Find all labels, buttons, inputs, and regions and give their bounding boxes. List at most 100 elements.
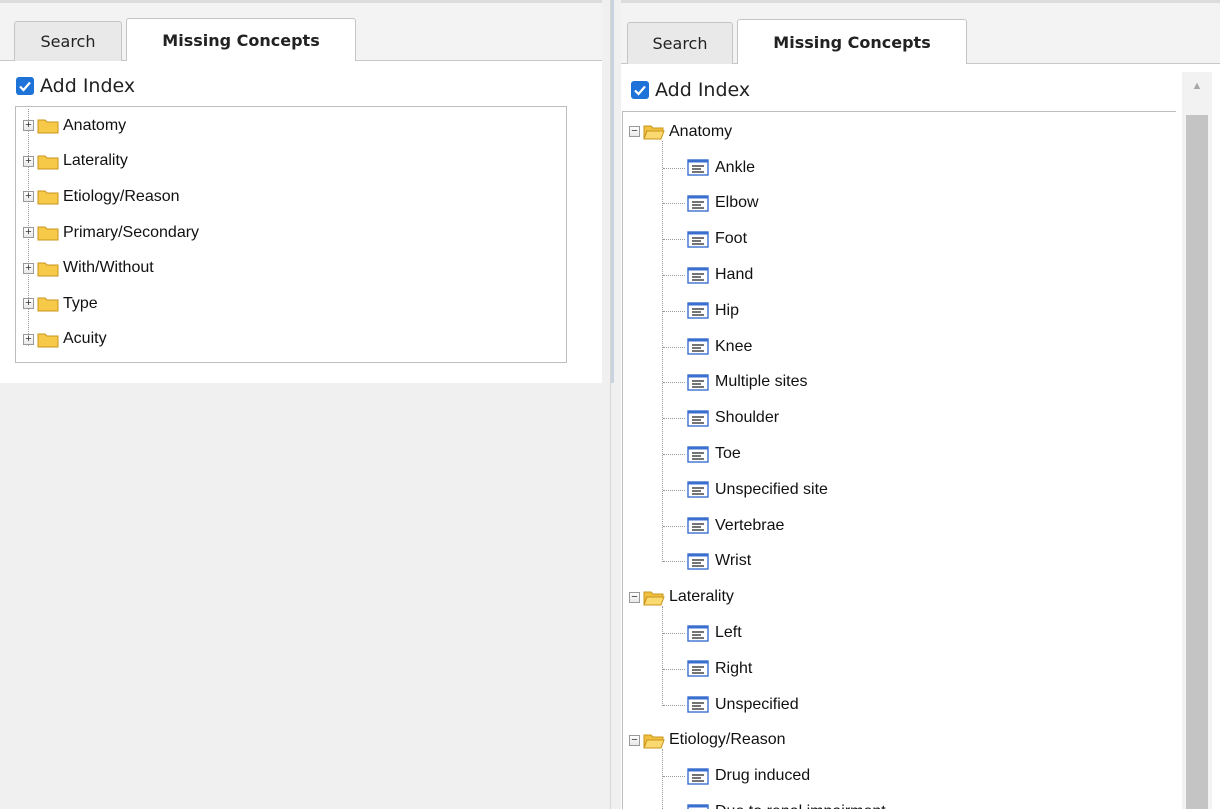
tree-leaf[interactable]: Unspecified — [627, 687, 1176, 723]
concept-leaf-icon — [687, 266, 709, 284]
left-add-index-checkbox[interactable] — [16, 77, 34, 95]
tree-node-label: Anatomy — [669, 122, 733, 140]
tree-leaf-label: Foot — [715, 230, 748, 248]
tree-leaf[interactable]: Wrist — [627, 544, 1176, 580]
folder-icon — [37, 224, 59, 241]
tree-leaf[interactable]: Multiple sites — [627, 365, 1176, 401]
tree-node[interactable]: + Etiology/Reason — [16, 179, 566, 215]
plus-box-icon[interactable]: + — [23, 120, 34, 132]
tree-leaf[interactable]: Elbow — [627, 186, 1176, 222]
right-tab-search[interactable]: Search — [627, 22, 733, 64]
tree-node[interactable]: + Acuity — [16, 322, 566, 358]
checkmark-icon — [634, 85, 646, 96]
right-add-index-checkbox[interactable] — [631, 81, 649, 99]
concept-leaf-icon — [687, 231, 709, 248]
left-tab-bar: Search Missing Concepts — [0, 3, 602, 61]
concept-leaf-icon — [687, 195, 709, 212]
tree-leaf-label: Drug induced — [715, 767, 811, 785]
tree-node-label: Acuity — [63, 330, 107, 348]
plus-box-icon[interactable]: + — [23, 191, 34, 203]
folder-icon — [37, 260, 59, 277]
concept-leaf-icon — [687, 374, 709, 391]
concept-leaf-icon — [687, 302, 709, 320]
tree-leaf[interactable]: Toe — [627, 436, 1176, 472]
left-concept-tree: + Anatomy + Laterality + Etiology/Reason + Prim… — [15, 106, 567, 363]
tree-node-label: Anatomy — [63, 116, 127, 134]
tree-leaf[interactable]: Foot — [627, 221, 1176, 257]
tree-leaf-label: Elbow — [715, 194, 759, 212]
tree-node[interactable]: + Type — [16, 286, 566, 322]
plus-box-icon[interactable]: + — [23, 227, 34, 239]
tree-leaf-label: Due to renal impairment — [715, 803, 886, 809]
right-add-index-label: Add Index — [655, 79, 751, 101]
tree-leaf[interactable]: Hip — [627, 293, 1176, 329]
concept-leaf-icon — [687, 803, 709, 809]
tree-leaf[interactable]: Shoulder — [627, 400, 1176, 436]
tree-leaf-label: Unspecified site — [715, 480, 828, 498]
tree-leaf[interactable]: Vertebrae — [627, 508, 1176, 544]
concept-leaf-icon — [687, 338, 709, 355]
tree-leaf[interactable]: Hand — [627, 257, 1176, 293]
tree-leaf[interactable]: Unspecified site — [627, 472, 1176, 508]
left-tab-search[interactable]: Search — [14, 21, 122, 61]
scroll-thumb[interactable] — [1186, 115, 1208, 809]
plus-box-icon[interactable]: + — [23, 262, 34, 274]
minus-box-icon[interactable]: − — [629, 734, 640, 746]
tree-node[interactable]: + Laterality — [16, 144, 566, 180]
tree-leaf-label: Left — [715, 624, 742, 642]
tree-children: Left Right Unspecified — [627, 606, 1176, 723]
folder-icon — [37, 153, 59, 170]
right-tab-bar: Search Missing Concepts — [621, 3, 1220, 64]
tree-scrollbar[interactable]: ▲ — [1182, 72, 1212, 809]
tree-node[interactable]: + Primary/Secondary — [16, 215, 566, 251]
tree-node-label: Primary/Secondary — [63, 223, 200, 241]
tree-leaf-label: Multiple sites — [715, 373, 808, 391]
concept-leaf-icon — [687, 517, 709, 534]
minus-box-icon[interactable]: − — [629, 126, 640, 138]
scroll-up-arrow-icon[interactable]: ▲ — [1182, 78, 1212, 94]
concept-leaf-icon — [687, 768, 709, 785]
plus-box-icon[interactable]: + — [23, 333, 34, 345]
tree-leaf-label: Ankle — [715, 158, 756, 176]
tree-node[interactable]: − Anatomy — [627, 114, 1176, 150]
tree-leaf[interactable]: Drug induced — [627, 758, 1176, 794]
tree-leaf[interactable]: Due to renal impairment — [627, 794, 1176, 809]
tree-leaf-label: Vertebrae — [715, 516, 785, 534]
concept-leaf-icon — [687, 159, 709, 176]
tree-node[interactable]: − Etiology/Reason — [627, 723, 1176, 759]
tree-leaf-label: Hip — [715, 301, 740, 319]
left-add-index-row[interactable]: Add Index — [16, 75, 135, 97]
tree-children: Drug induced Due to renal impairment — [627, 749, 1176, 809]
tree-leaf[interactable]: Ankle — [627, 150, 1176, 186]
tree-node-label: Type — [63, 294, 98, 312]
left-tab-missing-concepts[interactable]: Missing Concepts — [126, 18, 356, 61]
checkmark-icon — [19, 81, 31, 92]
folder-icon — [37, 188, 59, 205]
tree-node-label: Laterality — [63, 152, 128, 170]
concept-leaf-icon — [687, 410, 709, 427]
tree-leaf-label: Toe — [715, 445, 741, 463]
tree-node-label: Laterality — [669, 588, 734, 606]
tree-leaf-label: Shoulder — [715, 409, 780, 427]
folder-icon — [643, 589, 665, 606]
concept-leaf-icon — [687, 445, 709, 463]
tree-node-label: Etiology/Reason — [669, 731, 786, 749]
plus-box-icon[interactable]: + — [23, 155, 34, 167]
tree-leaf[interactable]: Right — [627, 651, 1176, 687]
folder-icon — [643, 123, 665, 140]
tree-node[interactable]: + With/Without — [16, 250, 566, 286]
folder-icon — [643, 732, 665, 749]
plus-box-icon[interactable]: + — [23, 298, 34, 310]
tree-leaf[interactable]: Knee — [627, 329, 1176, 365]
right-add-index-row[interactable]: Add Index — [631, 79, 750, 101]
right-tab-missing-concepts[interactable]: Missing Concepts — [737, 19, 967, 64]
minus-box-icon[interactable]: − — [629, 591, 640, 603]
tree-node[interactable]: − Laterality — [627, 579, 1176, 615]
tree-node-label: With/Without — [63, 259, 154, 277]
tree-leaf-label: Knee — [715, 337, 753, 355]
tree-leaf-label: Hand — [715, 266, 754, 284]
tree-leaf[interactable]: Left — [627, 615, 1176, 651]
left-add-index-label: Add Index — [40, 75, 136, 97]
splitter-handle[interactable] — [611, 0, 614, 383]
tree-node[interactable]: + Anatomy — [16, 108, 566, 144]
